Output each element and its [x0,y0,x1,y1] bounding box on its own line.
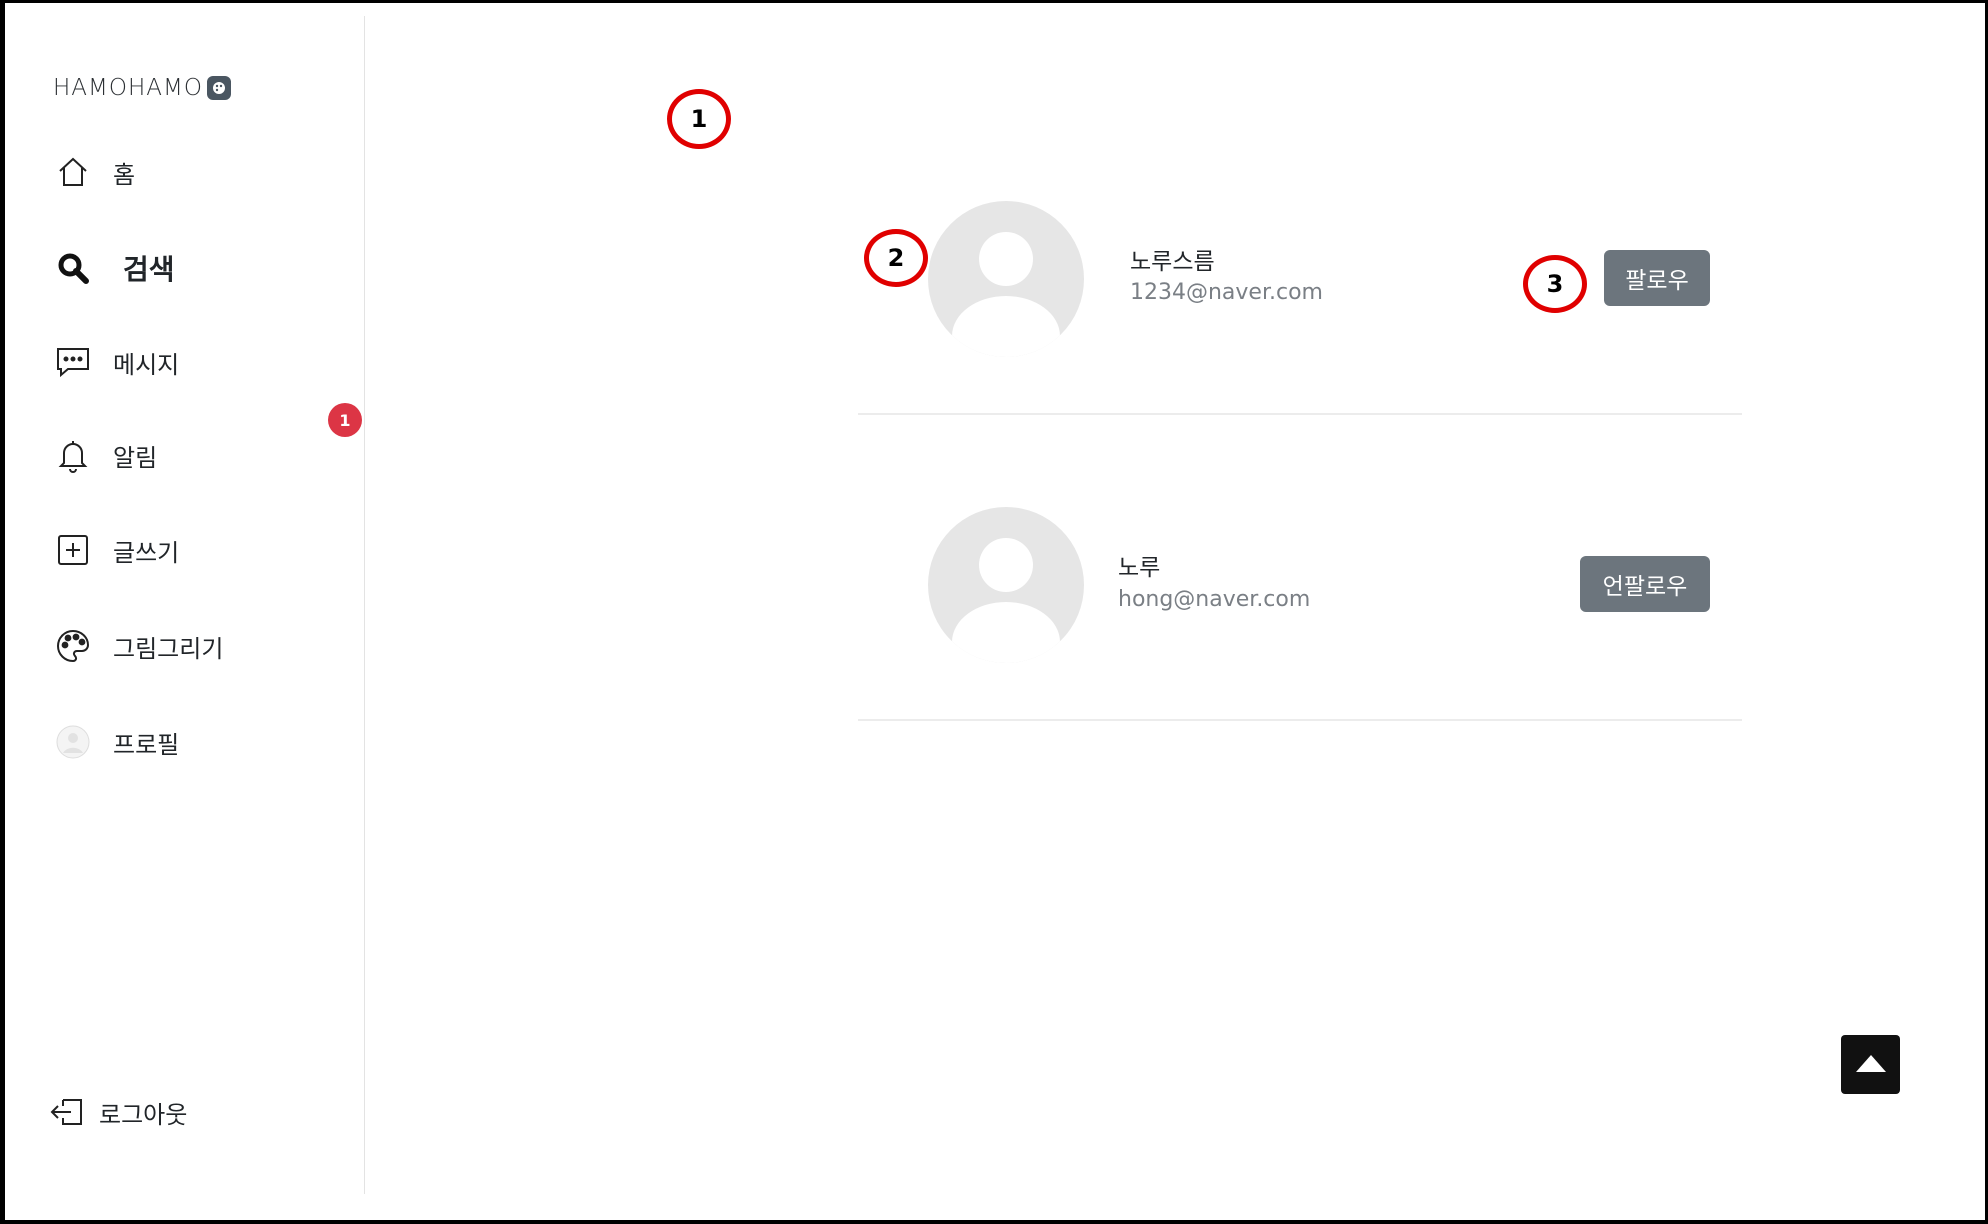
annotation-marker-3: 3 [1523,255,1587,313]
user-email: 1234@naver.com [1130,280,1323,305]
annotation-marker-1: 1 [667,89,731,149]
profile-avatar-icon [53,722,93,762]
palette-logo-icon [206,76,231,100]
user-avatar-icon[interactable] [928,201,1084,357]
sidebar-item-home[interactable]: 홈 [53,148,353,196]
sidebar-item-messages[interactable]: 메시지 [53,338,353,386]
palette-icon [53,626,93,666]
search-icon [53,248,93,288]
logo-text: HAMOHAMO [53,75,203,101]
list-item: 노루스름 1234@naver.com 팔로우 [858,115,1742,415]
logo[interactable]: HAMOHAMO [53,58,231,118]
notification-badge: 1 [328,403,362,437]
sidebar-item-label: 그림그리기 [113,634,224,663]
home-icon [53,152,93,192]
unfollow-button[interactable]: 언팔로우 [1580,556,1710,612]
logout-button[interactable]: 로그아웃 [47,1088,347,1136]
user-name[interactable]: 노루 [1118,548,1160,582]
sidebar: HAMOHAMO 홈 검색 메시지 알림 글쓰기 그림그리기 프로필 로그아웃 [5,16,365,1194]
bell-icon [53,435,93,475]
annotation-marker-2: 2 [864,229,928,287]
user-email: hong@naver.com [1118,587,1311,612]
user-avatar-icon[interactable] [928,507,1084,663]
sidebar-item-label: 홈 [113,160,136,189]
sidebar-item-write[interactable]: 글쓰기 [53,526,353,574]
sidebar-item-profile[interactable]: 프로필 [53,718,353,766]
sidebar-item-notifications[interactable]: 알림 [53,431,353,479]
plus-square-icon [53,530,93,570]
sidebar-item-drawing[interactable]: 그림그리기 [53,622,353,670]
sidebar-item-label: 메시지 [113,350,180,379]
scroll-to-top-button[interactable] [1841,1035,1900,1094]
logout-label: 로그아웃 [99,1100,188,1129]
sidebar-item-label: 글쓰기 [113,538,180,567]
user-name[interactable]: 노루스름 [1130,242,1215,276]
follow-button[interactable]: 팔로우 [1604,250,1710,306]
sidebar-item-label: 검색 [123,253,175,286]
caret-up-icon [1854,1052,1888,1078]
sidebar-item-label: 알림 [113,443,158,472]
message-icon [53,342,93,382]
list-item: 노루 hong@naver.com 언팔로우 [858,421,1742,721]
sidebar-item-label: 프로필 [113,730,180,759]
sidebar-item-search[interactable]: 검색 [53,244,353,292]
logout-icon [47,1092,87,1132]
